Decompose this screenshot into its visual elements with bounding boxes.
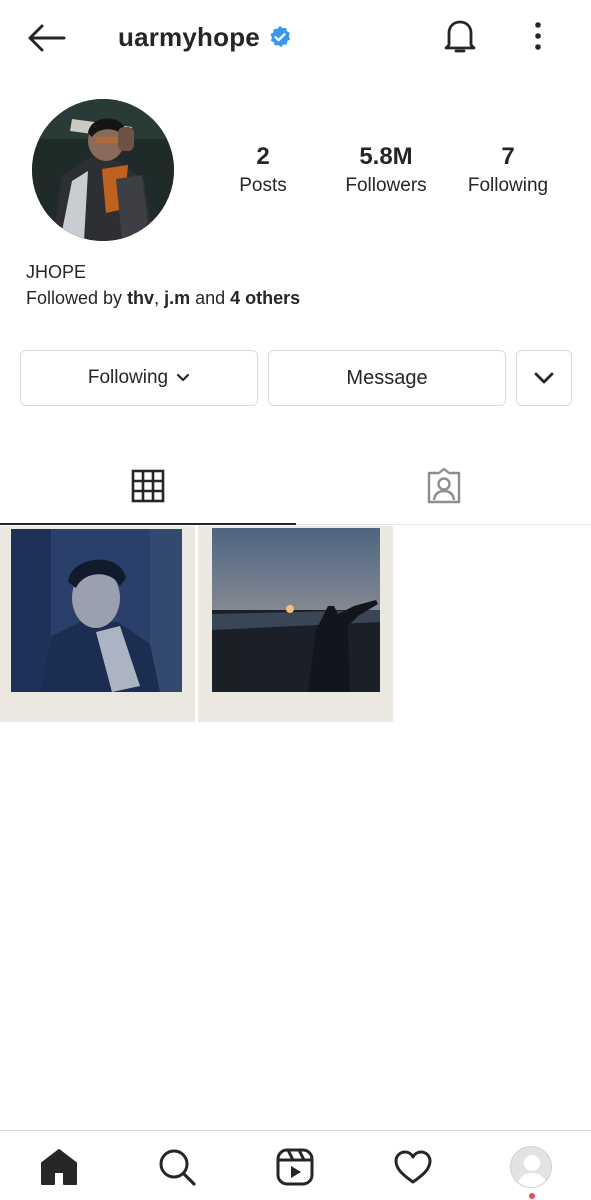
post-thumbnail[interactable] (198, 526, 393, 722)
following-stat[interactable]: 7 Following (448, 142, 568, 199)
search-icon (159, 1149, 196, 1186)
vertical-dots-icon (535, 22, 541, 50)
following-button[interactable]: Following (20, 350, 258, 406)
profile-avatar[interactable] (32, 99, 174, 241)
profile-username: uarmyhope (118, 21, 260, 52)
profile-photo-image (32, 99, 174, 241)
nav-reels[interactable] (273, 1145, 317, 1189)
arrow-left-icon (28, 24, 66, 52)
following-count: 7 (501, 143, 515, 170)
followed-by-text[interactable]: Followed by thv, j.m and 4 others (26, 288, 300, 309)
followed-by-user-1[interactable]: thv (127, 288, 154, 308)
nav-activity[interactable] (391, 1145, 435, 1189)
followed-by-user-2[interactable]: j.m (164, 288, 190, 308)
nav-search[interactable] (155, 1145, 199, 1189)
chevron-down-icon (177, 373, 190, 382)
suggested-accounts-button[interactable] (516, 350, 572, 406)
profile-avatar-icon (510, 1146, 552, 1188)
posts-stat[interactable]: 2 Posts (203, 142, 323, 199)
post-thumbnail[interactable] (0, 526, 195, 722)
followed-by-others[interactable]: 4 others (230, 288, 300, 308)
bell-icon (444, 20, 476, 53)
polaroid-sunset-image (198, 526, 393, 722)
profile-tabs (0, 448, 591, 525)
home-icon (41, 1149, 77, 1185)
posts-label: Posts (239, 175, 287, 196)
following-button-label: Following (87, 367, 169, 388)
reels-icon (276, 1148, 314, 1186)
notification-dot (529, 1193, 535, 1199)
message-button-label: Message (346, 366, 428, 389)
tab-posts-grid[interactable] (0, 448, 296, 525)
profile-full-name: JHOPE (26, 262, 87, 282)
notifications-button[interactable] (438, 14, 482, 58)
chevron-down-icon (534, 372, 554, 383)
followed-by-separator: , (154, 288, 165, 308)
following-label: Following (467, 175, 549, 196)
followed-by-prefix: Followed by (26, 288, 128, 308)
grid-icon (131, 469, 164, 503)
tagged-person-icon (427, 467, 460, 504)
profile-header: uarmyhope (118, 20, 292, 54)
verified-badge-icon (270, 26, 291, 48)
bottom-navigation (0, 1130, 591, 1200)
active-tab-indicator (0, 523, 296, 525)
followers-stat[interactable]: 5.8M Followers (326, 142, 446, 199)
posts-count: 2 (256, 143, 270, 170)
message-button[interactable]: Message (268, 350, 506, 406)
heart-icon (394, 1150, 432, 1184)
back-button[interactable] (24, 18, 68, 58)
nav-profile[interactable] (509, 1145, 553, 1189)
polaroid-portrait-image (0, 526, 195, 722)
followers-label: Followers (345, 175, 427, 196)
top-bar: uarmyhope (0, 0, 591, 74)
followed-by-conjunction: and (190, 288, 231, 308)
followers-count: 5.8M (359, 143, 413, 170)
tab-tagged[interactable] (296, 448, 591, 524)
more-options-button[interactable] (520, 14, 556, 58)
nav-home[interactable] (37, 1145, 81, 1189)
